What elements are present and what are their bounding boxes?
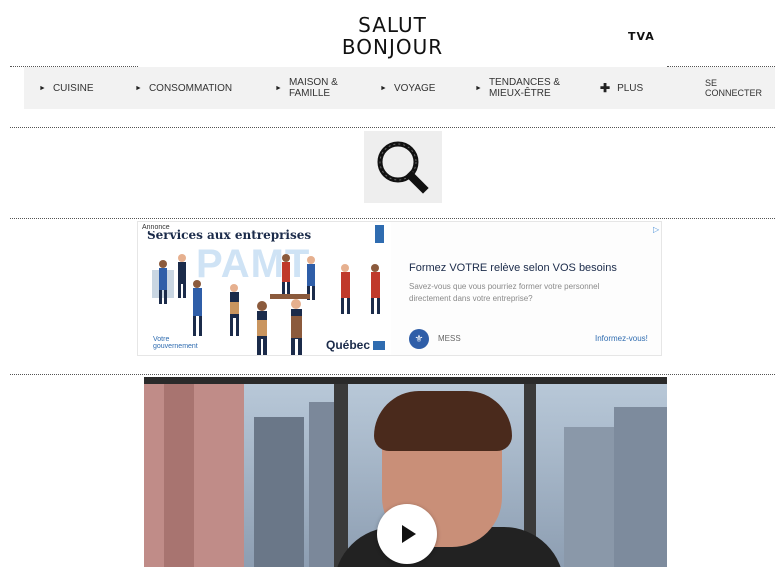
nav-item-label: MAISON & FAMILLE	[288, 77, 338, 99]
nav-item-label: PLUS	[617, 82, 644, 94]
triangle-right-icon: ►	[380, 84, 387, 92]
nav-item-label: CUISINE	[52, 82, 94, 94]
ad-headline[interactable]: Formez VOTRE relève selon VOS besoins	[409, 262, 617, 274]
video-person-hair	[374, 391, 512, 451]
ad-annonce-label: Annonce	[142, 224, 170, 231]
divider	[10, 374, 775, 375]
search-button[interactable]	[364, 131, 442, 203]
magnifier-icon	[377, 141, 429, 194]
site-logo[interactable]: SALUT BONJOUR	[330, 14, 455, 58]
ad-title: Services aux entreprises	[147, 228, 312, 242]
triangle-right-icon: ►	[475, 84, 482, 92]
gov-label: Votre gouvernement	[153, 336, 198, 350]
nav-item-label: VOYAGE	[393, 82, 436, 94]
ad-visual: PAMT Services aux entreprises Annonce Vo…	[138, 222, 391, 355]
video-building	[614, 407, 667, 567]
quebec-label: Québec	[326, 338, 371, 352]
divider	[10, 127, 775, 128]
ad-description: Savez-vous que vous pourriez former votr…	[409, 282, 600, 303]
ad-cta-link[interactable]: Informez-vous!	[595, 334, 648, 343]
logo-line-2: BONJOUR	[341, 35, 444, 59]
gov-label-line-1: Votre	[153, 336, 170, 343]
adchoices-icon[interactable]: ▷	[653, 225, 659, 234]
video-wall	[164, 384, 194, 567]
main-nav: ► CUISINE ► CONSOMMATION ► MAISON & FAMI…	[24, 67, 775, 109]
plus-icon: ✚	[600, 80, 611, 95]
video-wall	[144, 384, 244, 567]
ad-banner[interactable]: PAMT Services aux entreprises Annonce Vo…	[137, 221, 662, 356]
ad-advertiser: MESS	[438, 334, 461, 343]
logo-line-1: SALUT	[358, 13, 427, 37]
triangle-right-icon: ►	[135, 84, 142, 92]
nav-item-cuisine[interactable]: ► CUISINE	[39, 67, 94, 109]
tva-logo[interactable]: TVA	[628, 30, 655, 43]
ad-text-panel: ▷ Formez VOTRE relève selon VOS besoins …	[391, 222, 661, 355]
nav-item-plus[interactable]: ✚ PLUS	[600, 67, 643, 109]
fleur-de-lis-icon: ⚜	[409, 329, 429, 349]
gov-label-line-2: gouvernement	[153, 343, 198, 350]
nav-item-maison-famille[interactable]: ► MAISON & FAMILLE	[275, 67, 350, 109]
quebec-logo: Québec	[326, 338, 386, 352]
video-building	[254, 417, 304, 567]
nav-item-voyage[interactable]: ► VOYAGE	[380, 67, 435, 109]
nav-item-consommation[interactable]: ► CONSOMMATION	[135, 67, 232, 109]
nav-item-tendances[interactable]: ► TENDANCES & MIEUX-ÊTRE	[475, 67, 570, 109]
login-link[interactable]: SE CONNECTER	[705, 67, 775, 109]
play-icon	[402, 525, 416, 543]
nav-item-label: TENDANCES & MIEUX-ÊTRE	[488, 77, 561, 99]
video-player[interactable]	[144, 377, 667, 567]
play-button[interactable]	[377, 504, 437, 564]
triangle-right-icon: ►	[275, 84, 282, 92]
ad-accent-bar	[375, 225, 384, 243]
nav-item-label: CONSOMMATION	[148, 82, 233, 94]
triangle-right-icon: ►	[39, 84, 46, 92]
divider	[10, 218, 775, 219]
video-top-bar	[144, 377, 667, 384]
video-window-frame	[334, 384, 348, 567]
quebec-flag-icon	[373, 341, 386, 351]
